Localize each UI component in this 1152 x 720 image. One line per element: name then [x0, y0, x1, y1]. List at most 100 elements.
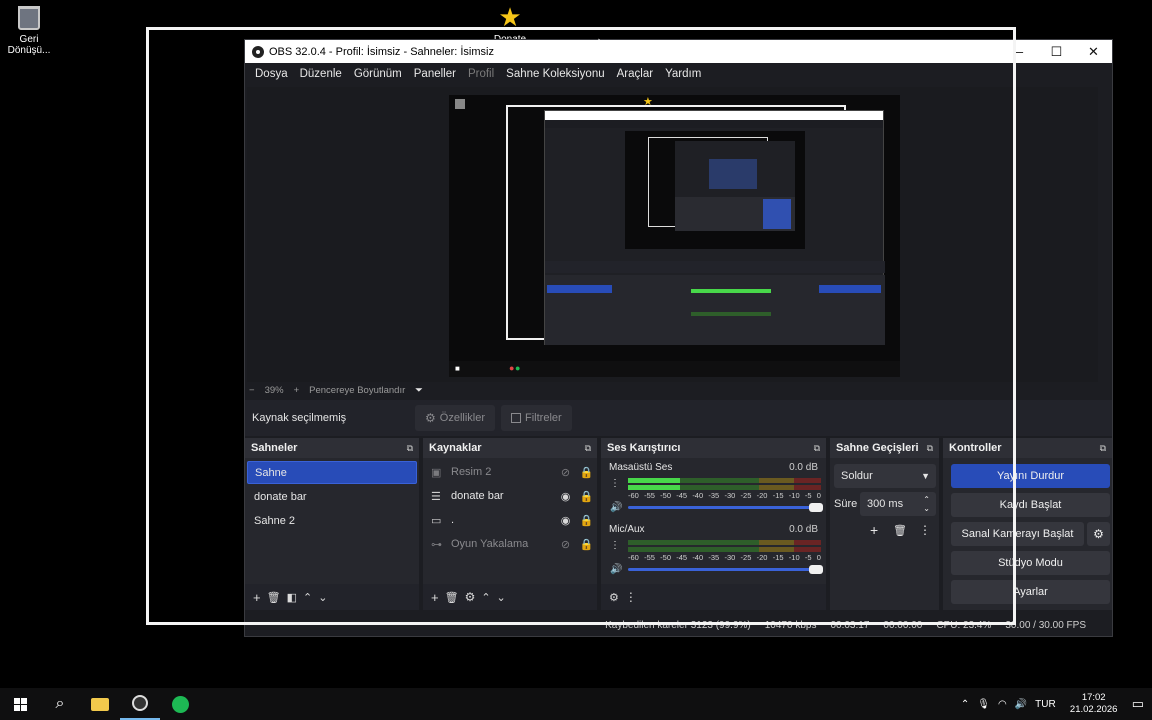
network-icon[interactable]: ◠ — [998, 699, 1007, 710]
undock-icon[interactable]: ⧉ — [927, 443, 933, 454]
source-item[interactable]: ▭ . ◉ 🔒 — [423, 508, 597, 532]
dropped-frames: Kaybedilen kareler 3123 (99.9%) — [605, 619, 751, 631]
eye-icon[interactable]: ◉ — [555, 514, 576, 527]
scene-item[interactable]: Sahne 2 — [247, 509, 417, 532]
volume-knob[interactable] — [809, 503, 823, 512]
advanced-audio-icon[interactable]: ⚙ — [609, 591, 619, 604]
recycle-bin[interactable]: Geri Dönüşü... — [6, 6, 52, 56]
speaker-icon[interactable]: 🔊 — [610, 502, 622, 513]
tick-label: -15 — [772, 553, 784, 562]
lock-icon[interactable]: 🔒 — [576, 514, 597, 527]
source-item[interactable]: ☰ donate bar ◉ 🔒 — [423, 484, 597, 508]
start-recording-button[interactable]: Kaydı Başlat — [951, 493, 1110, 517]
sources-header: Kaynaklar ⧉ — [423, 438, 597, 458]
clock[interactable]: 17:02 21.02.2026 — [1064, 692, 1124, 716]
transitions-header: Sahne Geçişleri ⧉ — [830, 438, 939, 458]
lock-icon[interactable]: 🔒 — [576, 490, 597, 503]
stepper-icon[interactable]: ⌃ ⌄ — [923, 495, 930, 513]
remove-transition-icon[interactable]: 🗑 — [893, 524, 907, 537]
source-item[interactable]: ⊶ Oyun Yakalama ⊘ 🔒 — [423, 532, 597, 556]
menu-paneller[interactable]: Paneller — [408, 68, 462, 80]
stop-stream-button[interactable]: Yayını Durdur — [951, 464, 1110, 488]
studio-mode-button[interactable]: Stüdyo Modu — [951, 551, 1110, 575]
controls-title: Kontroller — [949, 442, 1002, 454]
eye-icon[interactable]: ◉ — [555, 490, 576, 503]
zoom-in-button[interactable]: + — [294, 385, 300, 396]
duration-input[interactable]: 300 ms ⌃ ⌄ — [860, 492, 936, 516]
close-button[interactable]: ✕ — [1075, 40, 1112, 63]
move-up-icon[interactable]: ⌃ — [303, 591, 312, 604]
menu-gorunum[interactable]: Görünüm — [348, 68, 408, 80]
sources-toolbar: + 🗑 ⚙ ⌃ ⌄ — [423, 584, 597, 610]
undock-icon[interactable]: ⧉ — [407, 443, 413, 454]
remove-scene-icon[interactable]: 🗑 — [267, 591, 281, 604]
properties-button[interactable]: ⚙ Özellikler — [415, 405, 495, 431]
undock-icon[interactable]: ⧉ — [814, 443, 820, 454]
preview-area[interactable]: ★ ■ ● ● — [247, 87, 1098, 382]
obs-taskbar-button[interactable] — [120, 688, 160, 720]
windows-icon — [13, 697, 27, 711]
title-bar[interactable]: OBS 32.0.4 - Profil: İsimsiz - Sahneler:… — [245, 40, 1112, 63]
add-scene-icon[interactable]: + — [253, 590, 261, 605]
tick-label: -25 — [740, 491, 752, 500]
zoom-dropdown-icon[interactable]: ⏷ — [415, 385, 423, 396]
menu-sahne-koleksiyonu[interactable]: Sahne Koleksiyonu — [500, 68, 610, 80]
obs-icon — [132, 695, 148, 711]
microphone-icon[interactable]: 🎙 — [977, 699, 990, 710]
speaker-icon[interactable]: 🔊 — [610, 564, 622, 575]
volume-slider[interactable] — [628, 565, 823, 574]
mixer-toolbar: ⚙ ⋮ — [601, 584, 826, 610]
scene-filter-icon[interactable]: ◧ — [287, 591, 297, 604]
volume-knob[interactable] — [809, 565, 823, 574]
scene-item[interactable]: donate bar — [247, 485, 417, 508]
window-title: OBS 32.0.4 - Profil: İsimsiz - Sahneler:… — [269, 45, 494, 58]
fit-to-window-label[interactable]: Pencereye Boyutlandır — [309, 385, 405, 396]
menu-duzenle[interactable]: Düzenle — [294, 68, 348, 80]
menu-dosya[interactable]: Dosya — [249, 68, 294, 80]
search-button[interactable]: ⌕ — [40, 688, 80, 720]
maximize-button[interactable]: ☐ — [1038, 40, 1075, 63]
notification-icon[interactable]: ▭ — [1132, 696, 1144, 712]
move-up-icon[interactable]: ⌃ — [481, 591, 490, 604]
remove-source-icon[interactable]: 🗑 — [445, 591, 459, 604]
source-settings-icon[interactable]: ⚙ — [465, 590, 476, 604]
move-down-icon[interactable]: ⌄ — [318, 591, 327, 604]
spotify-button[interactable] — [160, 688, 200, 720]
file-explorer-button[interactable] — [80, 688, 120, 720]
menu-profil[interactable]: Profil — [462, 68, 500, 80]
volume-slider[interactable] — [628, 503, 823, 512]
scenes-dock: Sahneler ⧉ Sahne donate bar Sahne 2 + 🗑 … — [245, 438, 419, 610]
add-source-icon[interactable]: + — [431, 590, 439, 605]
hidden-eye-icon[interactable]: ⊘ — [555, 538, 576, 551]
undock-icon[interactable]: ⧉ — [585, 443, 591, 454]
minimize-button[interactable]: – — [1001, 40, 1038, 63]
menu-yardim[interactable]: Yardım — [659, 68, 707, 80]
transition-menu-icon[interactable]: ⋮ — [919, 523, 931, 537]
source-item[interactable]: ▣ Resim 2 ⊘ 🔒 — [423, 460, 597, 484]
channel-menu-icon[interactable]: ⋮ — [610, 540, 620, 551]
spotify-icon — [171, 695, 189, 713]
chevron-up-icon[interactable]: ⌃ — [961, 699, 969, 710]
mixer-channel: Mic/Aux 0.0 dB ⋮ -60 -55 -50 -45 -40 -35 -30 -2… — [601, 520, 826, 582]
hidden-eye-icon[interactable]: ⊘ — [555, 466, 576, 479]
scene-item[interactable]: Sahne — [247, 461, 417, 484]
transition-select[interactable]: Soldur ▼ — [834, 464, 936, 488]
lock-icon[interactable]: 🔒 — [576, 538, 597, 551]
menu-araclar[interactable]: Araçlar — [611, 68, 659, 80]
volume-icon[interactable]: 🔊 — [1015, 699, 1027, 710]
language-indicator[interactable]: TUR — [1035, 699, 1056, 710]
start-button[interactable] — [0, 688, 40, 720]
settings-button[interactable]: Ayarlar — [951, 580, 1110, 604]
add-transition-icon[interactable]: + — [870, 522, 878, 538]
lock-icon[interactable]: 🔒 — [576, 466, 597, 479]
virtual-camera-settings-button[interactable]: ⚙ — [1087, 522, 1110, 546]
channel-menu-icon[interactable]: ⋮ — [610, 478, 620, 489]
filters-button[interactable]: Filtreler — [501, 405, 572, 431]
preview-canvas[interactable]: ★ ■ ● ● — [449, 95, 900, 377]
mixer-menu-icon[interactable]: ⋮ — [625, 590, 637, 604]
zoom-out-button[interactable]: − — [249, 385, 255, 396]
virtual-camera-button[interactable]: Sanal Kamerayı Başlat — [951, 522, 1084, 546]
move-down-icon[interactable]: ⌄ — [497, 591, 506, 604]
scenes-toolbar: + 🗑 ◧ ⌃ ⌄ — [245, 584, 419, 610]
undock-icon[interactable]: ⧉ — [1100, 443, 1106, 454]
